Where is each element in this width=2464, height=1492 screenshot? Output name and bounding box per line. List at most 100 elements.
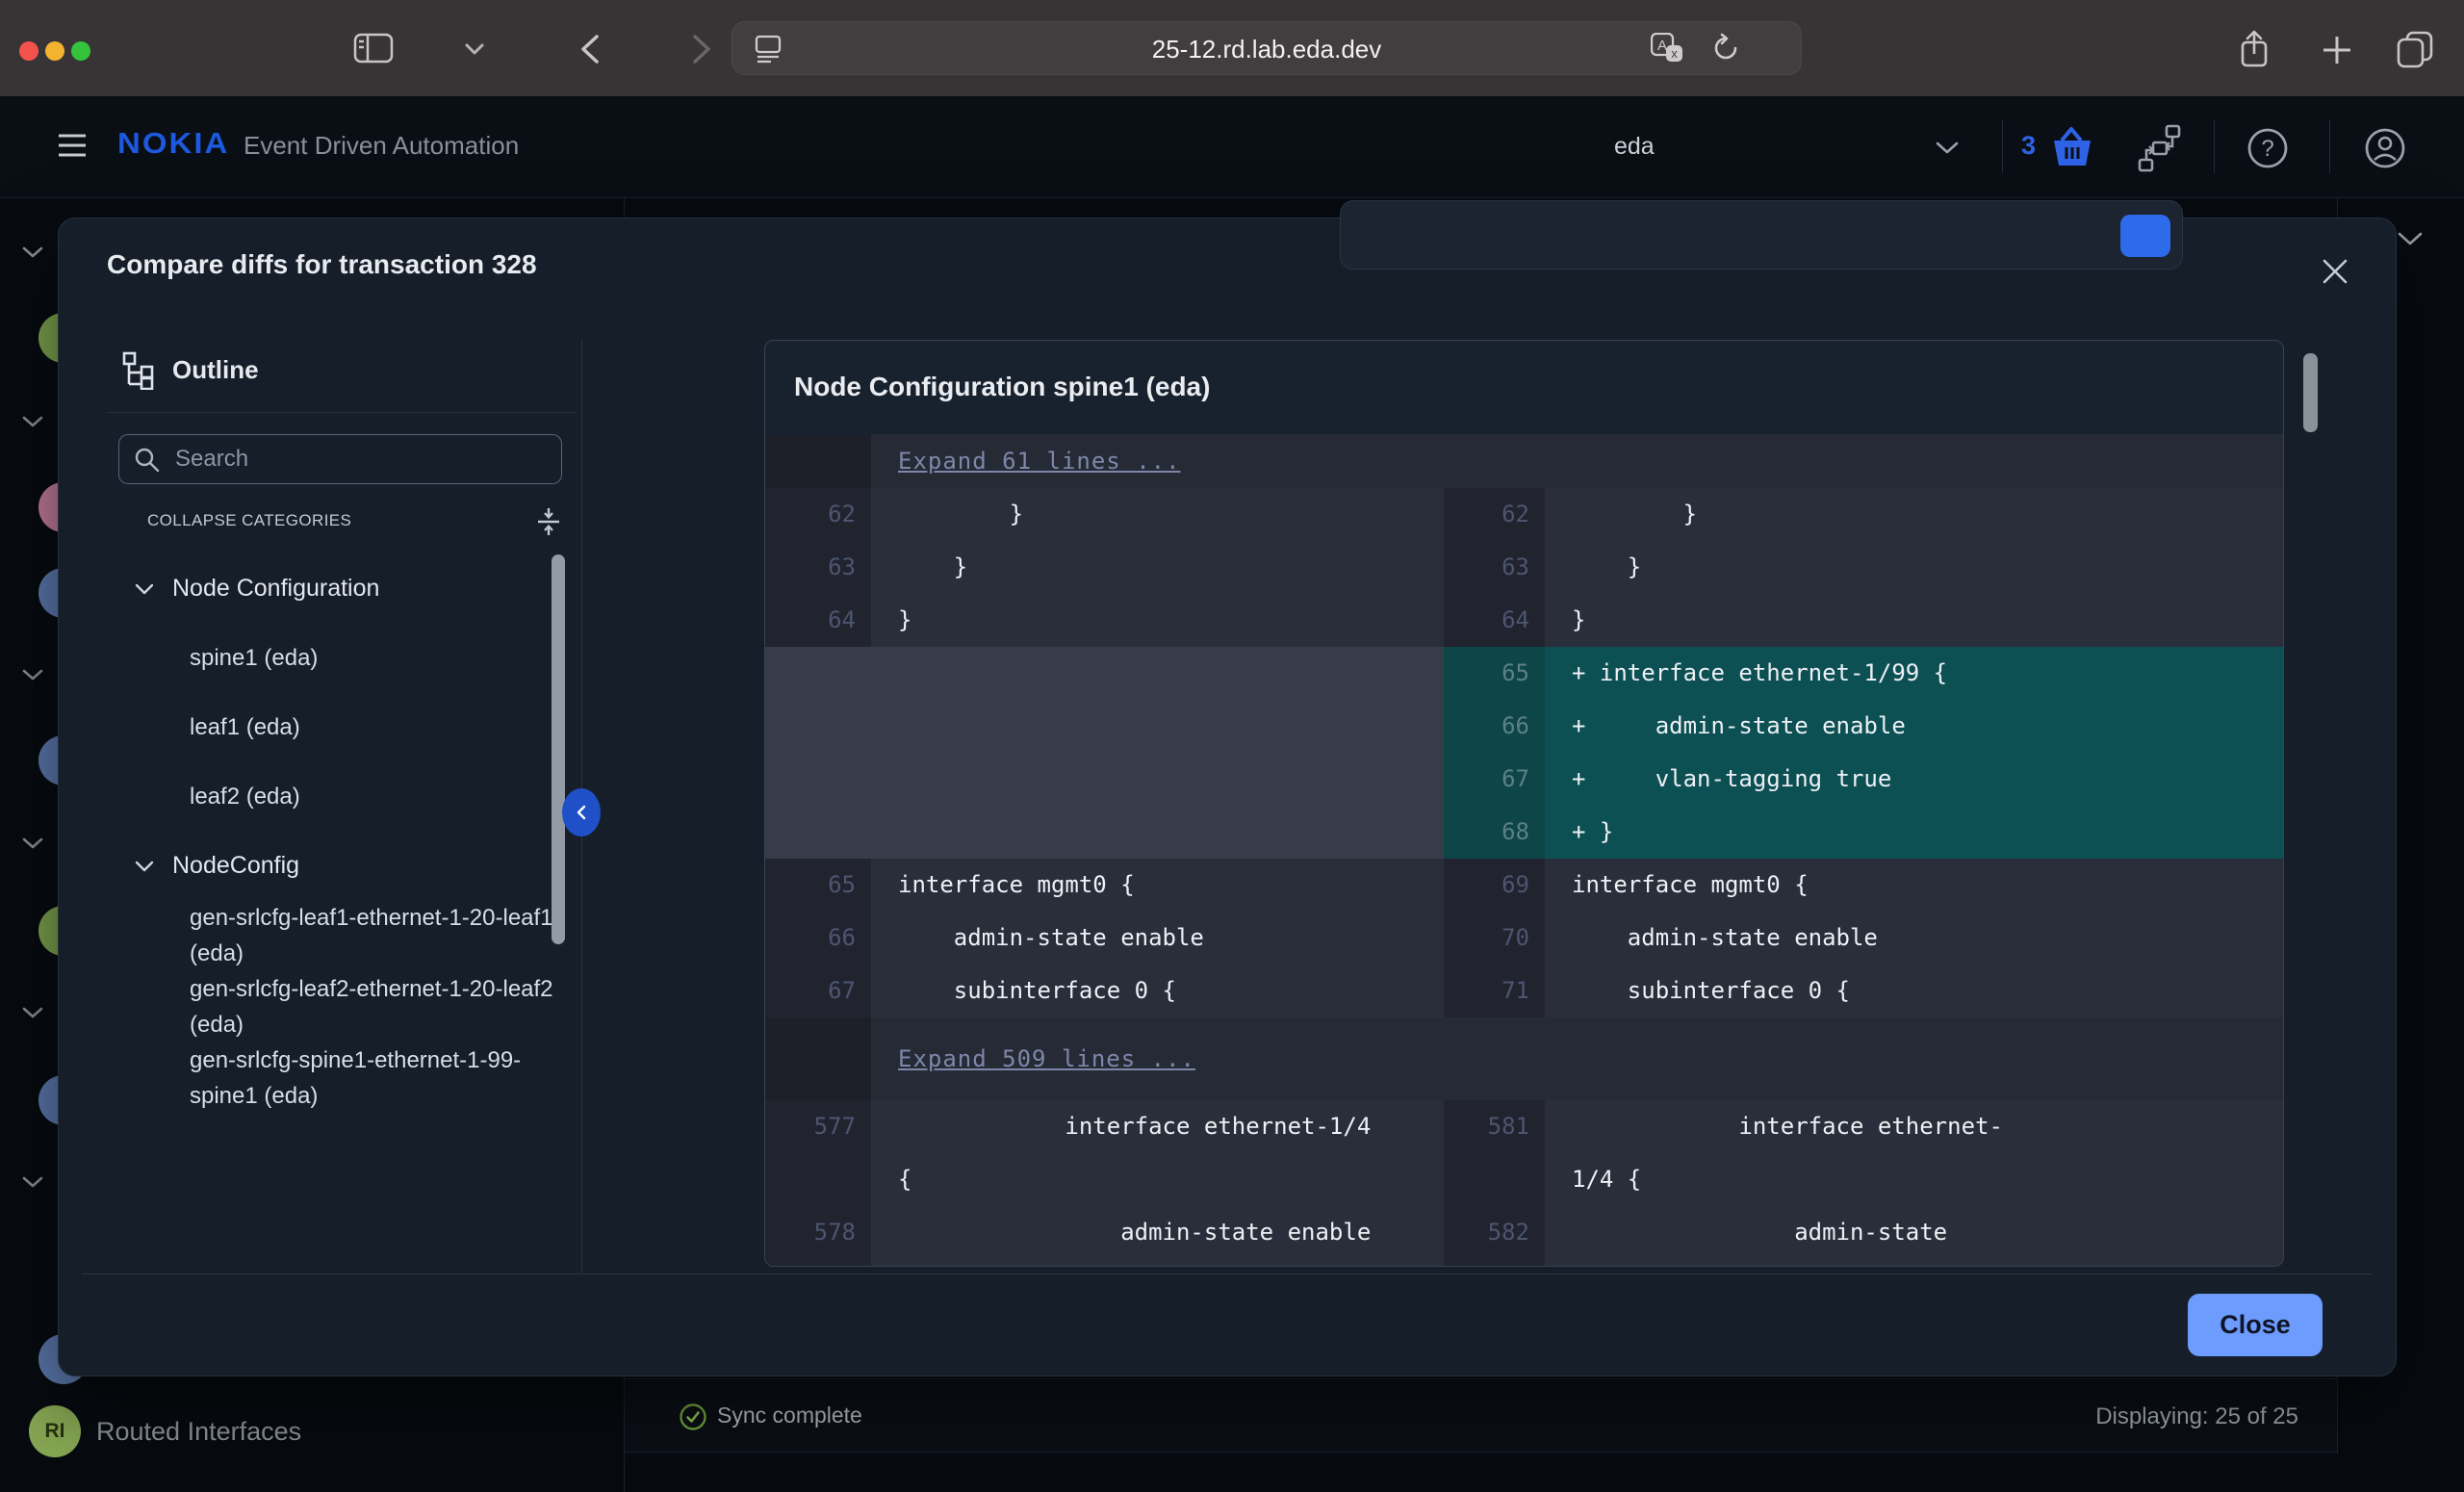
diff-code-left: } xyxy=(871,541,1444,594)
diff-scrollbar[interactable] xyxy=(2303,353,2318,432)
diff-code-right: admin-state enable xyxy=(1545,912,2283,965)
diff-expand-body: Expand 509 lines ... xyxy=(871,1017,2283,1100)
close-icon[interactable] xyxy=(2319,255,2353,290)
background-chevron-icon[interactable] xyxy=(2397,231,2424,246)
diff-line-number: 68 xyxy=(1444,806,1545,859)
diff-empty-placeholder xyxy=(765,700,1444,753)
sync-status-text: Sync complete xyxy=(717,1402,862,1428)
outline-tree-icon xyxy=(122,351,157,390)
diff-code-left: admin-state enable xyxy=(871,912,1444,965)
diff-added-row: 65+ interface ethernet-1/99 { xyxy=(765,647,2283,700)
diff-code-left: } xyxy=(871,488,1444,541)
diff-empty-placeholder xyxy=(765,806,1444,859)
tree-item[interactable]: gen-srlcfg-spine1-ethernet-1-99-spine1 (… xyxy=(59,1042,641,1114)
diff-panel-title: Node Configuration spine1 (eda) xyxy=(765,341,2283,432)
diff-code-right: interface mgmt0 { xyxy=(1545,859,2283,912)
search-input[interactable] xyxy=(118,434,562,484)
diff-line-number: 70 xyxy=(1444,912,1545,965)
diff-code-left: admin-state enable xyxy=(871,1206,1444,1267)
modal-title: Compare diffs for transaction 328 xyxy=(107,249,537,280)
diff-code-right: } xyxy=(1545,594,2283,647)
diff-line-number: 62 xyxy=(1444,488,1545,541)
screen: 25-12.rd.lab.eda.dev Ax NOKIA Event Driv xyxy=(0,0,2464,1492)
diff-code-right: } xyxy=(1545,541,2283,594)
diff-line-number: 581 xyxy=(1444,1100,1545,1206)
diff-line-number: 67 xyxy=(1444,753,1545,806)
modal-footer: Close xyxy=(82,1273,2373,1376)
diff-added-row: 68+ } xyxy=(765,806,2283,859)
diff-code-right: subinterface 0 { xyxy=(1545,965,2283,1017)
diff-added-code: + } xyxy=(1545,806,2283,859)
rail-chevron-icon[interactable] xyxy=(21,415,44,428)
status-bar: Sync complete Displaying: 25 of 25 xyxy=(625,1378,2337,1452)
rail-chevron-icon[interactable] xyxy=(21,1006,44,1019)
diff-line-number: 71 xyxy=(1444,965,1545,1017)
tree-item[interactable]: gen-srlcfg-leaf2-ethernet-1-20-leaf2 (ed… xyxy=(59,971,641,1042)
collapse-categories-button[interactable]: COLLAPSE CATEGORIES xyxy=(147,511,351,530)
sidebar-item-label: Routed Interfaces xyxy=(96,1417,301,1447)
background-dropdown-panel xyxy=(1340,200,2183,270)
diff-rows: Expand 61 lines ...62 }62 }63 }63 }64}64… xyxy=(765,434,2283,1267)
diff-added-row: 66+ admin-state enable xyxy=(765,700,2283,753)
diff-line-number: 63 xyxy=(1444,541,1545,594)
sync-check-icon xyxy=(679,1402,707,1431)
chevron-down-icon[interactable] xyxy=(134,860,155,872)
diff-code-left: subinterface 0 { xyxy=(871,965,1444,1017)
sidebar-scrollbar[interactable] xyxy=(552,554,565,944)
diff-context-row: 578 admin-state enable582 admin-state en… xyxy=(765,1206,2283,1267)
search-icon xyxy=(134,447,161,474)
diff-added-code: + admin-state enable xyxy=(1545,700,2283,753)
diff-added-row: 67+ vlan-tagging true xyxy=(765,753,2283,806)
diff-added-code: + interface ethernet-1/99 { xyxy=(1545,647,2283,700)
diff-line-number: 66 xyxy=(1444,700,1545,753)
diff-code-left: interface ethernet-1/4 { xyxy=(871,1100,1444,1206)
avatar: RI xyxy=(29,1405,81,1457)
diff-code-left: } xyxy=(871,594,1444,647)
diff-gutter xyxy=(765,1017,871,1100)
expand-lines-link[interactable]: Expand 61 lines ... xyxy=(898,448,1181,475)
tree-category-label: NodeConfig xyxy=(172,852,299,880)
diff-context-row: 63 }63 } xyxy=(765,541,2283,594)
tree-item-label: leaf2 (eda) xyxy=(190,779,555,814)
diff-line-number: 69 xyxy=(1444,859,1545,912)
tree-category-label: Node Configuration xyxy=(172,575,379,603)
diff-context-row: 66 admin-state enable70 admin-state enab… xyxy=(765,912,2283,965)
diff-gutter xyxy=(765,434,871,488)
diff-expand-body: Expand 61 lines ... xyxy=(871,434,2283,488)
diff-expand-row: Expand 61 lines ... xyxy=(765,434,2283,488)
close-button[interactable]: Close xyxy=(2188,1294,2323,1356)
expand-lines-link[interactable]: Expand 509 lines ... xyxy=(898,1045,1195,1072)
diff-context-row: 67 subinterface 0 {71 subinterface 0 { xyxy=(765,965,2283,1017)
diff-line-number: 67 xyxy=(765,965,871,1017)
diff-panel-header: Node Configuration spine1 (eda) xyxy=(765,341,2283,434)
diff-context-row: 65interface mgmt0 {69interface mgmt0 { xyxy=(765,859,2283,912)
collapse-panel-handle[interactable] xyxy=(562,788,601,836)
chevron-down-icon[interactable] xyxy=(134,582,155,595)
diff-context-row: 64}64} xyxy=(765,594,2283,647)
diff-code-right: } xyxy=(1545,488,2283,541)
diff-panel: Node Configuration spine1 (eda) Expand 6… xyxy=(764,340,2284,1267)
rail-chevron-icon[interactable] xyxy=(21,245,44,259)
diff-line-number: 65 xyxy=(765,859,871,912)
diff-line-number: 65 xyxy=(1444,647,1545,700)
tree-item-label: leaf1 (eda) xyxy=(190,709,555,745)
diff-line-number: 582 xyxy=(1444,1206,1545,1267)
diff-line-number: 62 xyxy=(765,488,871,541)
diff-line-number: 577 xyxy=(765,1100,871,1206)
displaying-count: Displaying: 25 of 25 xyxy=(2095,1403,2298,1430)
diff-expand-row: Expand 509 lines ... xyxy=(765,1017,2283,1100)
tree-item-label: gen-srlcfg-spine1-ethernet-1-99-spine1 (… xyxy=(190,1042,555,1114)
panel-bottom-border xyxy=(625,1452,2337,1453)
rail-chevron-icon[interactable] xyxy=(21,1175,44,1189)
diff-empty-placeholder xyxy=(765,753,1444,806)
collapse-categories-icon[interactable] xyxy=(534,507,563,536)
diff-line-number: 578 xyxy=(765,1206,871,1267)
diff-code-right: interface ethernet- 1/4 { xyxy=(1545,1100,2283,1206)
diff-line-number: 63 xyxy=(765,541,871,594)
dropdown-action-button[interactable] xyxy=(2120,215,2170,257)
rail-chevron-icon[interactable] xyxy=(21,668,44,682)
sidebar-item-routed-interfaces[interactable]: RI Routed Interfaces xyxy=(0,1405,616,1473)
sidebar-divider xyxy=(107,412,576,413)
rail-chevron-icon[interactable] xyxy=(21,836,44,850)
diff-context-row: 577 interface ethernet-1/4 {581 interfac… xyxy=(765,1100,2283,1206)
